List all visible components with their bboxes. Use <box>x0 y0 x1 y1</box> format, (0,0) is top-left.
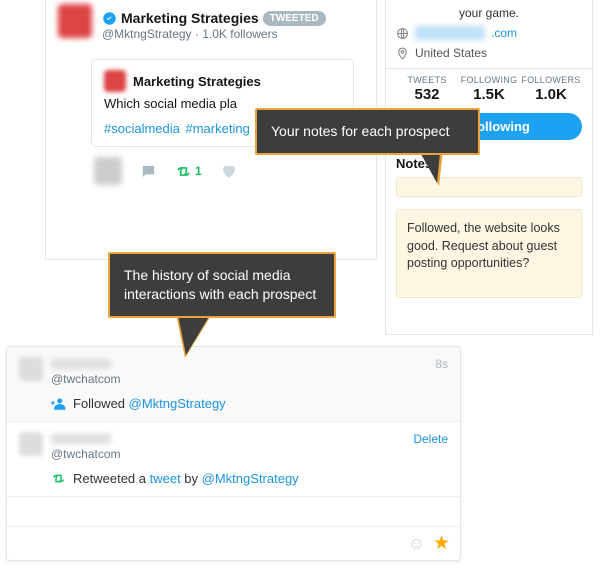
stat-following[interactable]: FOLLOWING 1.5K <box>458 75 520 103</box>
tweeted-badge: TWEETED <box>263 11 326 26</box>
user-avatar[interactable] <box>94 157 122 185</box>
website-suffix: .com <box>491 26 517 40</box>
like-icon[interactable] <box>220 162 238 180</box>
retweet-count: 1 <box>195 164 202 178</box>
history-name-blurred <box>51 359 111 369</box>
note-card[interactable]: Followed, the website looks good. Reques… <box>396 209 582 298</box>
history-action: Retweeted a tweet by @MktngStrategy <box>51 471 448 486</box>
location-pin-icon <box>396 47 409 60</box>
profile-handle[interactable]: @MktngStrategy <box>102 27 192 41</box>
delete-button[interactable]: Delete <box>413 432 448 446</box>
globe-icon <box>396 27 409 40</box>
stat-tweets[interactable]: TWEETS 532 <box>396 75 458 103</box>
history-timestamp: 8s <box>435 357 448 371</box>
star-icon[interactable]: ★ <box>433 532 450 555</box>
callout-tail <box>178 315 210 355</box>
retweet-icon <box>51 471 66 486</box>
history-name-blurred <box>51 434 111 444</box>
profile-handle-line: @MktngStrategy · 1.0K followers <box>102 27 364 41</box>
profile-name[interactable]: Marketing Strategies <box>121 10 259 26</box>
hashtag[interactable]: #marketing <box>186 121 250 136</box>
profile-header: Marketing Strategies TWEETED @MktngStrat… <box>46 0 376 43</box>
verified-badge-icon <box>102 11 117 26</box>
history-action: Followed @MktngStrategy <box>51 396 448 411</box>
callout-notes: Your notes for each prospect <box>255 108 480 155</box>
tweet-link[interactable]: tweet <box>150 471 181 486</box>
history-handle[interactable]: @twchatcom <box>51 447 405 461</box>
tweet-avatar <box>104 70 126 92</box>
website-blurred: xxxxxxxxxxx <box>415 26 485 40</box>
history-item: @twchatcom Delete Retweeted a tweet by @… <box>7 422 460 497</box>
mention-link[interactable]: @MktngStrategy <box>129 396 226 411</box>
profile-info: Marketing Strategies TWEETED @MktngStrat… <box>102 10 364 41</box>
action-verb: Followed <box>73 396 125 411</box>
follow-icon <box>51 396 66 411</box>
tweet-author: Marketing Strategies <box>133 74 261 89</box>
emoji-picker-icon[interactable]: ☺ <box>408 534 425 554</box>
history-avatar <box>19 432 43 456</box>
stats-row: TWEETS 532 FOLLOWING 1.5K FOLLOWERS 1.0K <box>386 68 592 111</box>
history-item: @twchatcom 8s Followed @MktngStrategy <box>7 347 460 422</box>
history-panel: @twchatcom 8s Followed @MktngStrategy @t… <box>6 346 461 561</box>
website-row[interactable]: xxxxxxxxxxx .com <box>396 26 582 40</box>
stat-followers[interactable]: FOLLOWERS 1.0K <box>520 75 582 103</box>
location-row: United States <box>396 46 582 60</box>
mention-link[interactable]: @MktngStrategy <box>202 471 299 486</box>
reply-icon[interactable] <box>140 163 157 180</box>
hashtag[interactable]: #socialmedia <box>104 121 180 136</box>
followers-count: 1.0K followers <box>202 27 277 41</box>
profile-avatar[interactable] <box>58 4 92 38</box>
history-footer: ☺ ★ <box>7 526 460 560</box>
history-avatar <box>19 357 43 381</box>
history-handle[interactable]: @twchatcom <box>51 372 427 386</box>
bio-fragment: your game. <box>396 6 582 20</box>
callout-history: The history of social media interactions… <box>108 252 336 318</box>
retweet-button[interactable]: 1 <box>175 163 202 180</box>
location-text: United States <box>415 46 487 60</box>
tweet-actions: 1 <box>94 157 354 185</box>
